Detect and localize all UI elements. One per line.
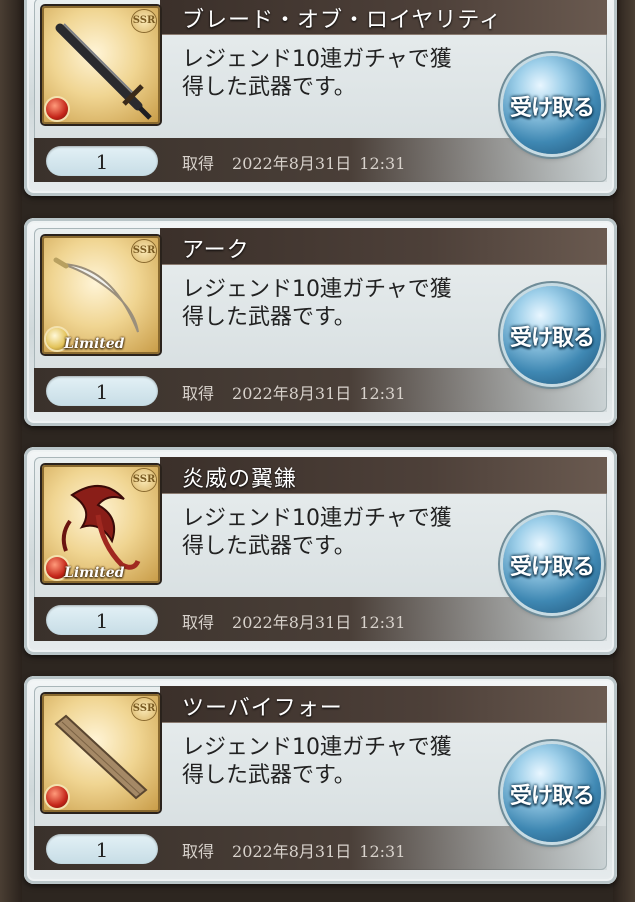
gift-card-body: アーク SSR Limited レジェンド10連ガチャで獲 得した武器です。 1… (34, 228, 607, 412)
item-info-bar: 1 取得 2022年8月31日 12:31 (34, 138, 607, 182)
receive-button-label: 受け取る (509, 783, 595, 808)
obtained-time: 12:31 (359, 613, 406, 632)
description-line: 得した武器です。 (182, 75, 356, 100)
receive-button-label: 受け取る (509, 554, 595, 579)
rarity-badge: SSR (132, 469, 156, 491)
limited-badge: Limited (64, 336, 125, 352)
item-title-bar: アーク (160, 228, 607, 265)
quantity-pill: 1 (46, 146, 158, 176)
description-line: レジェンド10連ガチャで獲 (182, 47, 452, 72)
item-name: 炎威の翼鎌 (182, 467, 298, 492)
item-title-bar: 炎威の翼鎌 (160, 457, 607, 494)
gift-card: ブレード・オブ・ロイヤリティ SSR レジェンド10連ガチャで獲 得した武器です… (24, 0, 617, 196)
receive-button[interactable]: 受け取る (503, 515, 601, 613)
quantity-pill: 1 (46, 834, 158, 864)
limited-badge: Limited (64, 565, 125, 581)
left-frame (0, 0, 22, 902)
item-title-bar: ツーバイフォー (160, 686, 607, 723)
receive-button[interactable]: 受け取る (503, 744, 601, 842)
rarity-badge: SSR (132, 240, 156, 262)
obtained-info: 取得 2022年8月31日 12:31 (182, 380, 405, 404)
item-description: レジェンド10連ガチャで獲 得した武器です。 (182, 46, 492, 102)
obtained-info: 取得 2022年8月31日 12:31 (182, 150, 405, 174)
item-info-bar: 1 取得 2022年8月31日 12:31 (34, 826, 607, 870)
item-name: ツーバイフォー (182, 696, 343, 721)
description-line: 得した武器です。 (182, 305, 356, 330)
item-description: レジェンド10連ガチャで獲 得した武器です。 (182, 734, 492, 790)
obtained-time: 12:31 (359, 842, 406, 861)
obtained-time: 12:31 (359, 384, 406, 403)
item-description: レジェンド10連ガチャで獲 得した武器です。 (182, 276, 492, 332)
obtained-info: 取得 2022年8月31日 12:31 (182, 609, 405, 633)
item-info-bar: 1 取得 2022年8月31日 12:31 (34, 368, 607, 412)
quantity-pill: 1 (46, 605, 158, 635)
obtained-date: 2022年8月31日 (232, 613, 352, 632)
gift-card-body: 炎威の翼鎌 SSR Limited レジェンド10連ガチャで獲 得した武器です。… (34, 457, 607, 641)
item-name: ブレード・オブ・ロイヤリティ (182, 8, 503, 33)
weapon-thumbnail[interactable]: SSR (42, 6, 160, 124)
obtained-date: 2022年8月31日 (232, 154, 352, 173)
description-line: 得した武器です。 (182, 763, 356, 788)
obtained-date: 2022年8月31日 (232, 384, 352, 403)
gift-card-body: ブレード・オブ・ロイヤリティ SSR レジェンド10連ガチャで獲 得した武器です… (34, 0, 607, 182)
receive-button-label: 受け取る (509, 325, 595, 350)
receive-button-label: 受け取る (509, 95, 595, 120)
gift-card: 炎威の翼鎌 SSR Limited レジェンド10連ガチャで獲 得した武器です。… (24, 447, 617, 655)
receive-button[interactable]: 受け取る (503, 286, 601, 384)
quantity-pill: 1 (46, 376, 158, 406)
obtained-label: 取得 (182, 613, 215, 632)
obtained-date: 2022年8月31日 (232, 842, 352, 861)
weapon-thumbnail[interactable]: SSR Limited (42, 465, 160, 583)
receive-button[interactable]: 受け取る (503, 56, 601, 154)
gift-card: ツーバイフォー SSR レジェンド10連ガチャで獲 得した武器です。 1 取得 2… (24, 676, 617, 884)
description-line: レジェンド10連ガチャで獲 (182, 735, 452, 760)
description-line: レジェンド10連ガチャで獲 (182, 277, 452, 302)
obtained-label: 取得 (182, 154, 215, 173)
obtained-info: 取得 2022年8月31日 12:31 (182, 838, 405, 862)
gift-card: アーク SSR Limited レジェンド10連ガチャで獲 得した武器です。 1… (24, 218, 617, 426)
obtained-label: 取得 (182, 842, 215, 861)
description-line: 得した武器です。 (182, 534, 356, 559)
gift-card-body: ツーバイフォー SSR レジェンド10連ガチャで獲 得した武器です。 1 取得 2… (34, 686, 607, 870)
fire-element-icon (46, 98, 68, 120)
item-name: アーク (182, 238, 250, 263)
item-title-bar: ブレード・オブ・ロイヤリティ (160, 0, 607, 35)
obtained-label: 取得 (182, 384, 215, 403)
description-line: レジェンド10連ガチャで獲 (182, 506, 452, 531)
item-info-bar: 1 取得 2022年8月31日 12:31 (34, 597, 607, 641)
obtained-time: 12:31 (359, 154, 406, 173)
fire-element-icon (46, 786, 68, 808)
weapon-thumbnail[interactable]: SSR (42, 694, 160, 812)
rarity-badge: SSR (132, 698, 156, 720)
rarity-badge: SSR (132, 10, 156, 32)
weapon-thumbnail[interactable]: SSR Limited (42, 236, 160, 354)
item-description: レジェンド10連ガチャで獲 得した武器です。 (182, 505, 492, 561)
